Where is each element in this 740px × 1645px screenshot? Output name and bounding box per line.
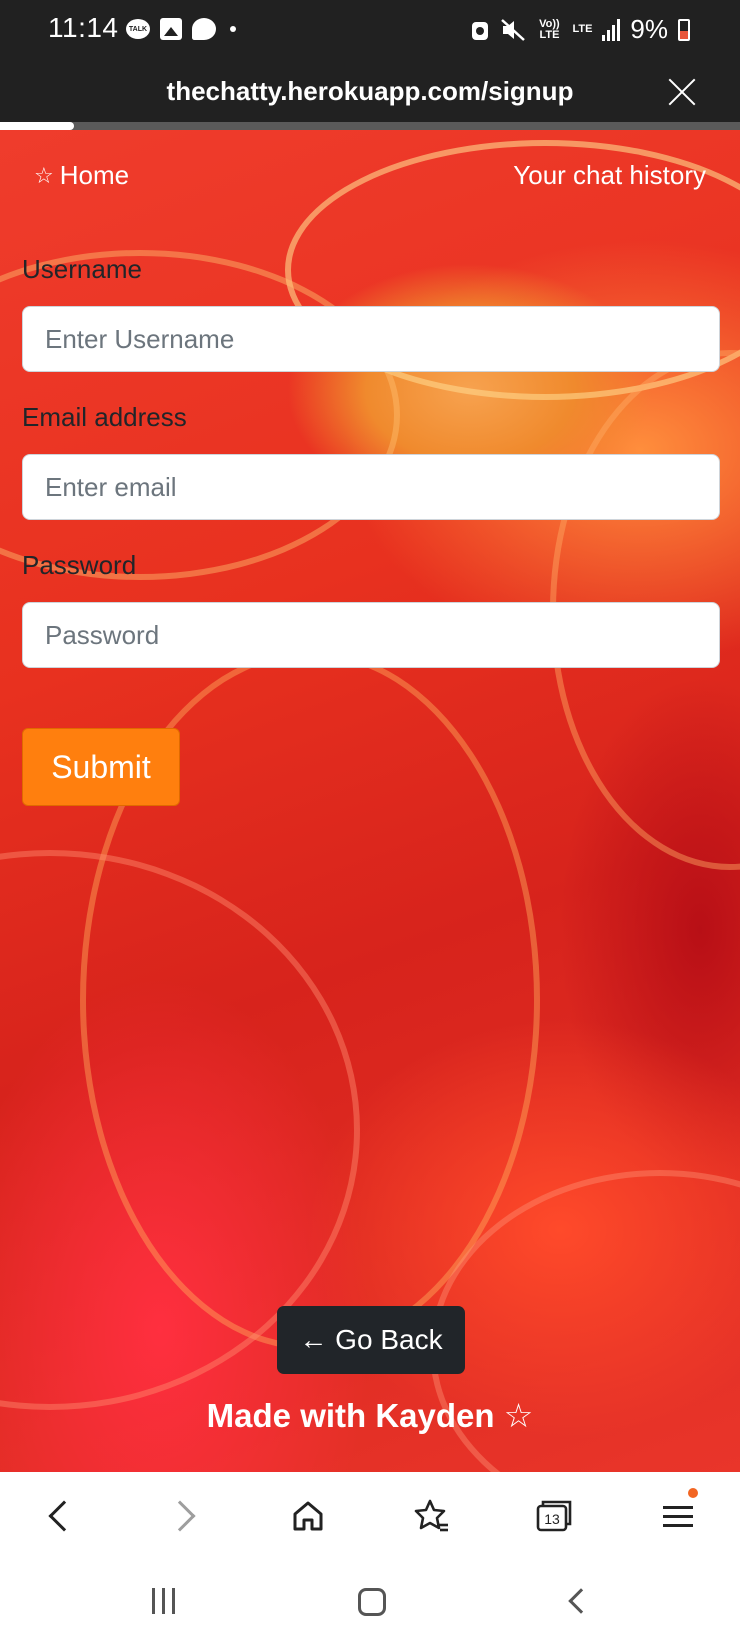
- kakaotalk-icon: TALK: [126, 19, 150, 39]
- gallery-icon: [160, 18, 182, 40]
- battery-percent: 9%: [630, 14, 668, 44]
- tabs-icon[interactable]: 13: [530, 1492, 578, 1540]
- nav-chat-history-link[interactable]: Your chat history: [513, 160, 706, 191]
- nav-home-link[interactable]: ☆ Home: [34, 160, 129, 191]
- messenger-icon: [192, 18, 216, 40]
- nav-home-label: Home: [59, 160, 130, 190]
- home-icon[interactable]: [284, 1492, 332, 1540]
- page-load-progress: [0, 122, 740, 130]
- submit-button[interactable]: Submit: [22, 728, 180, 806]
- alarm-icon: [472, 21, 489, 40]
- email-input[interactable]: [22, 454, 720, 520]
- battery-icon: [678, 18, 690, 41]
- status-time: 11:14: [48, 12, 119, 43]
- menu-icon[interactable]: [654, 1488, 702, 1540]
- browser-toolbar: 13: [0, 1472, 740, 1560]
- system-home-icon[interactable]: [358, 1588, 386, 1616]
- made-with-text: Made with Kayden ☆: [206, 1397, 534, 1434]
- tabs-count: 13: [544, 1511, 560, 1527]
- star-icon: ☆: [34, 162, 54, 188]
- back-icon[interactable]: [36, 1492, 84, 1540]
- more-notifications-dot-icon: [230, 26, 236, 32]
- signal-icon: [602, 18, 621, 41]
- system-back-icon[interactable]: [568, 1588, 594, 1614]
- url-bar[interactable]: thechatty.herokuapp.com/signup: [0, 62, 740, 122]
- menu-notification-dot: [688, 1488, 698, 1498]
- page-load-progress-fill: [0, 122, 74, 130]
- password-label: Password: [22, 550, 137, 580]
- forward-icon[interactable]: [160, 1492, 208, 1540]
- close-icon[interactable]: [666, 76, 698, 108]
- status-bar: 11:14 TALK Vo)) LTE LTE 9%: [0, 0, 740, 62]
- username-input[interactable]: [22, 306, 720, 372]
- email-label: Email address: [22, 402, 187, 432]
- system-navigation-bar: [0, 1560, 740, 1645]
- volte-icon: Vo)) LTE: [539, 17, 560, 41]
- mute-icon: [501, 18, 526, 41]
- password-input[interactable]: [22, 602, 720, 668]
- url-text[interactable]: thechatty.herokuapp.com/signup: [0, 76, 740, 107]
- notification-icons: TALK: [126, 18, 236, 40]
- recents-icon[interactable]: [152, 1588, 175, 1614]
- system-status-icons: Vo)) LTE LTE 9%: [470, 14, 690, 45]
- username-label: Username: [22, 254, 142, 284]
- go-back-button[interactable]: ← Go Back: [277, 1306, 465, 1374]
- page-content: ☆ Home Your chat history Username Email …: [0, 130, 740, 1472]
- lte-icon: LTE: [572, 23, 593, 35]
- bookmarks-icon[interactable]: [408, 1492, 456, 1540]
